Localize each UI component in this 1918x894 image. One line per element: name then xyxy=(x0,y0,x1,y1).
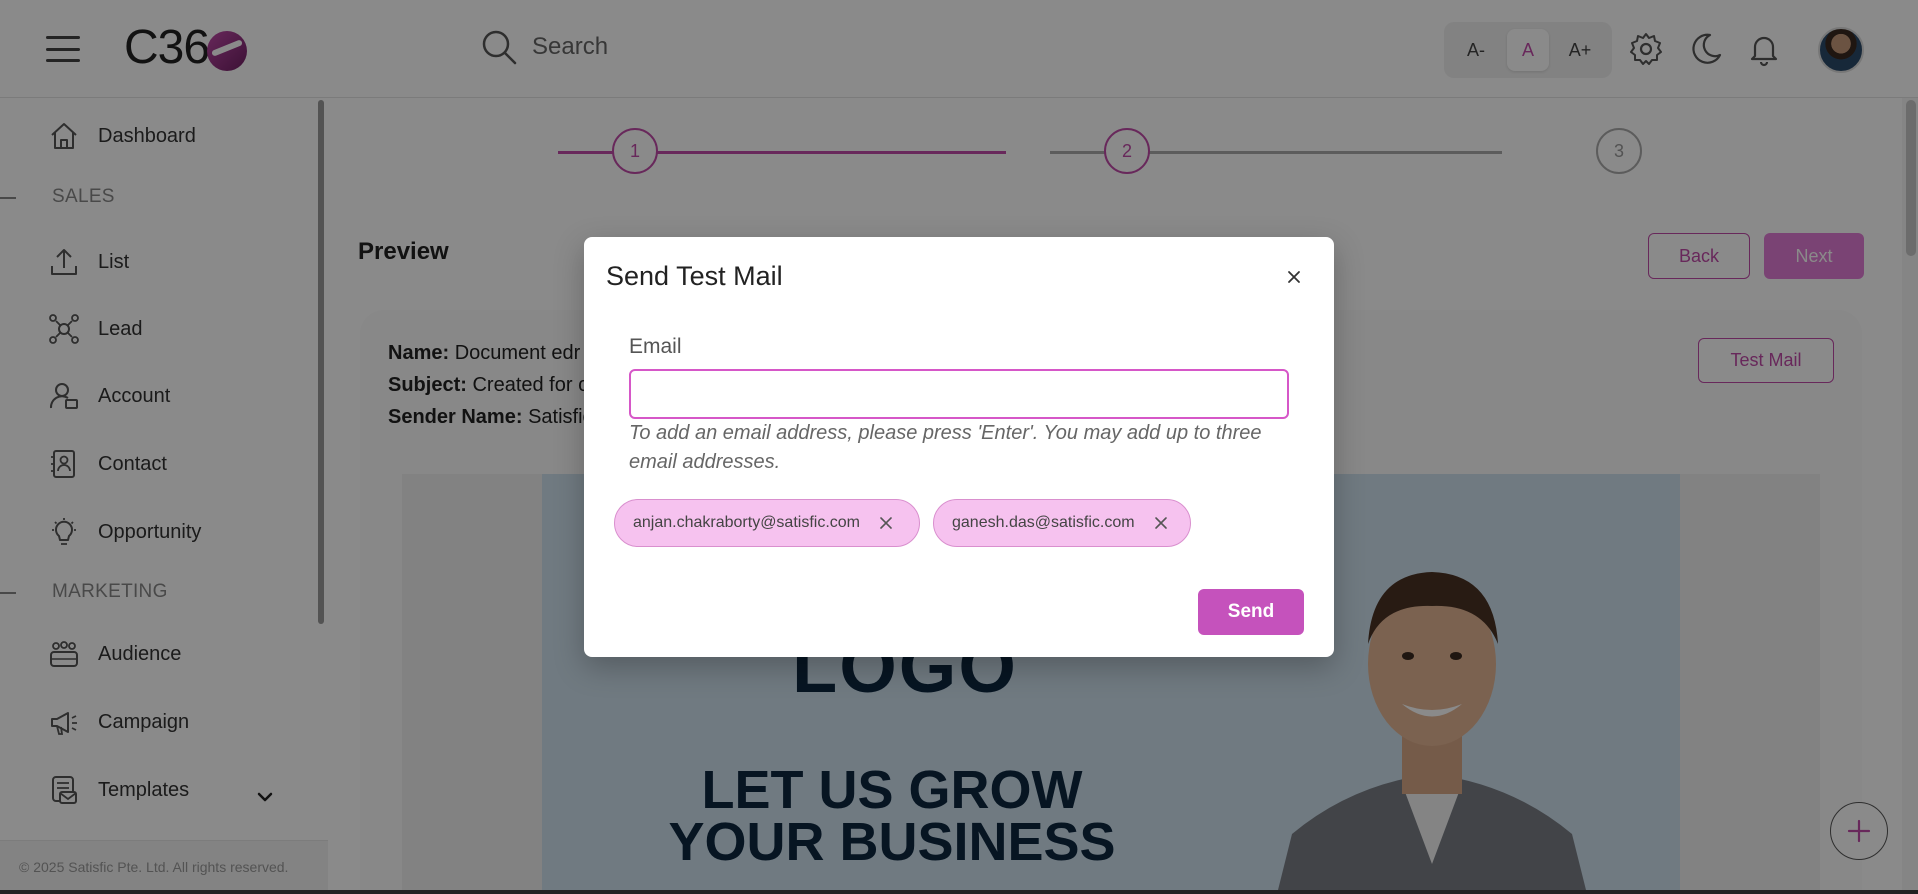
remove-chip-icon[interactable] xyxy=(878,515,894,531)
bottom-edge-bar xyxy=(0,890,1918,894)
email-chip-label: ganesh.das@satisfic.com xyxy=(952,514,1135,531)
remove-chip-icon[interactable] xyxy=(1153,515,1169,531)
email-chip-label: anjan.chakraborty@satisfic.com xyxy=(633,514,860,531)
send-button[interactable]: Send xyxy=(1198,589,1304,635)
email-field[interactable] xyxy=(629,369,1289,419)
email-chip: ganesh.das@satisfic.com xyxy=(933,499,1191,547)
email-label: Email xyxy=(629,335,682,358)
dialog-title: Send Test Mail xyxy=(606,261,783,291)
email-chip: anjan.chakraborty@satisfic.com xyxy=(614,499,920,547)
close-icon[interactable] xyxy=(1284,267,1304,287)
email-help-text: To add an email address, please press 'E… xyxy=(629,422,1262,473)
send-test-mail-dialog: Send Test Mail Email To add an email add… xyxy=(584,237,1334,657)
